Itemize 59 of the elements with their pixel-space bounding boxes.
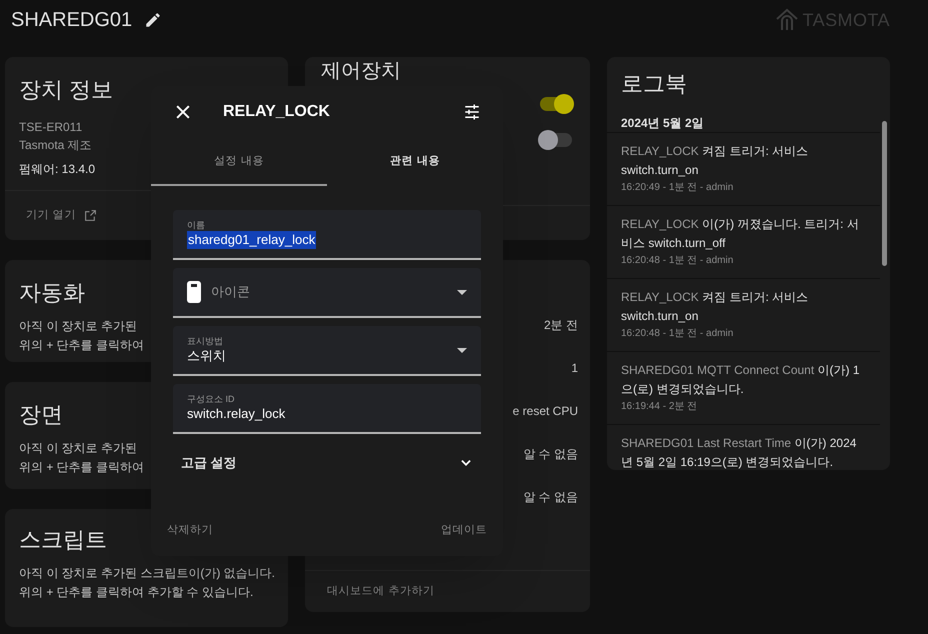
sensor-value: 알 수 없음 — [523, 489, 578, 506]
dialog-button[interactable]: 삭제하기 — [165, 518, 216, 542]
log-message: SHAREDG01 Last Restart Time 이(가) 2024년 5월 2일 16:19으(로) 변경되었습니다. — [621, 435, 858, 470]
model-text: TSE-ER011 — [19, 119, 82, 136]
dialog-button[interactable]: 업데이트 — [438, 518, 489, 542]
tab[interactable]: 관련 내용 — [327, 138, 503, 186]
card-title: 스크립트 — [19, 526, 107, 554]
dropdown-arrow-icon[interactable] — [457, 290, 467, 294]
field-placeholder: 아이콘 — [211, 283, 250, 302]
switch-device-icon — [187, 281, 201, 303]
empty-message-line: 아직 이 장치로 추가된 — [19, 318, 138, 335]
pencil-icon[interactable] — [144, 11, 162, 29]
open-device-link[interactable]: 기기 열기 — [26, 207, 76, 224]
field-value: sharedg01_relay_lock — [187, 231, 316, 249]
house-logo-icon — [774, 8, 799, 32]
log-timestamp: 16:19:44 - 2분 전 — [621, 400, 698, 414]
field-value: switch.relay_lock — [187, 405, 286, 423]
empty-message-line: 위의 + 단추를 클릭하여 — [19, 459, 144, 476]
input-field[interactable]: 이름 sharedg01_relay_lock — [173, 210, 481, 260]
scrollbar[interactable] — [882, 121, 887, 266]
sensor-value: 2분 전 — [544, 317, 578, 334]
device-title: SHAREDG01 — [11, 8, 132, 33]
firmware-text: 펌웨어: 13.4.0 — [19, 161, 96, 178]
toggle-switch[interactable] — [540, 97, 572, 111]
field-value: 스위치 — [187, 347, 226, 365]
log-message: RELAY_LOCK 켜짐 트리거: 서비스 switch.turn_on — [621, 143, 810, 179]
log-message: RELAY_LOCK 켜짐 트리거: 서비스 switch.turn_on — [621, 289, 810, 325]
field-label: 표시방법 — [187, 335, 224, 347]
external-link-icon[interactable] — [84, 209, 97, 222]
card-title: 제어장치 — [320, 59, 402, 83]
dropdown-arrow-icon[interactable] — [457, 348, 467, 352]
tab[interactable]: 설정 내용 — [151, 138, 327, 186]
advanced-settings-expander[interactable]: 고급 설정 — [173, 444, 481, 482]
input-field[interactable]: 구성요소 ID switch.relay_lock — [173, 384, 481, 434]
empty-message: 아직 이 장치로 추가된 스크립트이(가) 없습니다. 위의 + 단추를 클릭하여 추가할 수 있습니다. — [19, 565, 276, 601]
empty-message-line: 위의 + 단추를 클릭하여 — [19, 337, 144, 354]
add-to-dashboard-link[interactable]: 대시보드에 추가하기 — [327, 583, 435, 600]
card-title: 자동화 — [19, 279, 85, 307]
log-timestamp: 16:20:49 - 1분 전 - admin — [621, 181, 734, 195]
field-label: 구성요소 ID — [187, 393, 236, 405]
card-title: 장면 — [19, 401, 63, 429]
toggle-switch[interactable] — [540, 133, 572, 147]
card-title: 로그북 — [620, 70, 688, 98]
field-label: 이름 — [187, 219, 206, 231]
card-title: 장치 정보 — [19, 76, 114, 104]
log-timestamp: 16:20:48 - 1분 전 - admin — [621, 327, 734, 341]
log-timestamp: 16:20:48 - 1분 전 - admin — [621, 254, 734, 268]
sensor-value: 알 수 없음 — [523, 446, 578, 463]
icon-picker-field[interactable]: 아이콘 — [173, 268, 481, 318]
log-message: SHAREDG01 MQTT Connect Count 이(가) 1으(로) 변경되었습니다. — [621, 362, 861, 398]
manufacturer-text: Tasmota 제조 — [19, 137, 92, 154]
select-field[interactable]: 표시방법 스위치 — [173, 326, 481, 376]
dialog-title: RELAY_LOCK — [223, 102, 330, 122]
sensor-value: e reset CPU — [512, 403, 578, 420]
log-message: RELAY_LOCK 이(가) 꺼졌습니다. 트리거: 서비스 switch.turn_off — [621, 216, 860, 252]
date-heading: 2024년 5월 2일 — [621, 115, 704, 132]
sensor-value: 1 — [571, 360, 578, 377]
empty-message-line: 아직 이 장치로 추가된 — [19, 440, 138, 457]
settings-sliders-icon[interactable] — [463, 103, 481, 121]
